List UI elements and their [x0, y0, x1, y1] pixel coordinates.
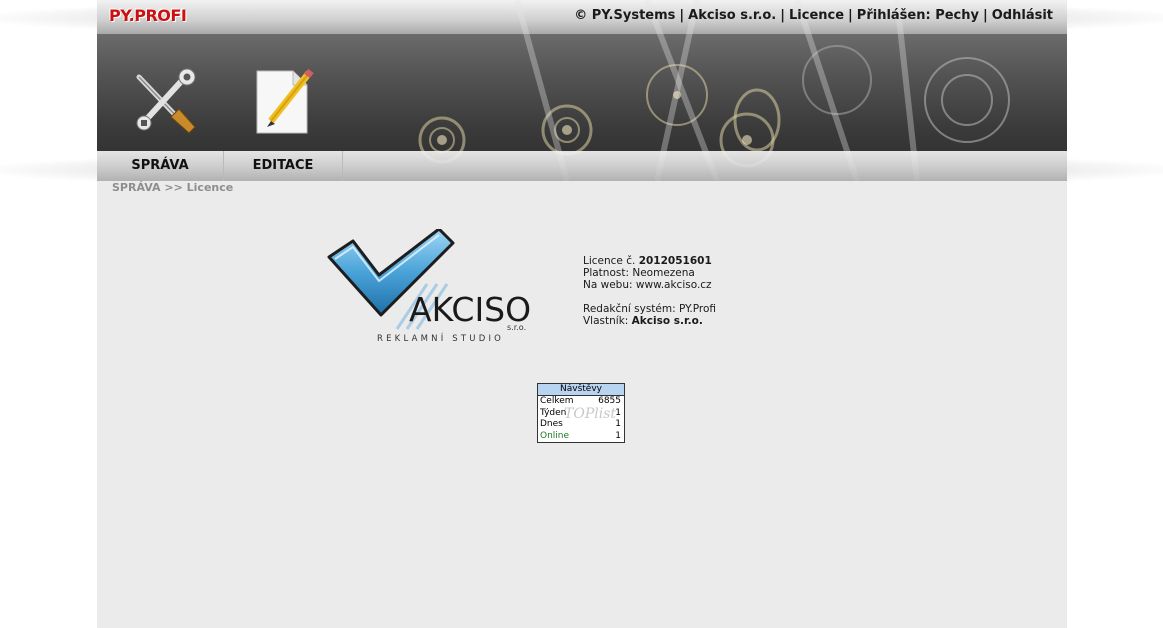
- counter-row: Online 1: [538, 431, 624, 443]
- main-content: SPRÁVA >> Licence AKCISO s.r.o. REKLAMNÍ…: [97, 181, 1067, 628]
- validity-label: Platnost:: [583, 267, 630, 279]
- logged-in-user: Přihlášen: Pechy: [856, 8, 979, 23]
- validity-value: Neomezena: [632, 267, 695, 279]
- owner-row: Vlastník: Akciso s.r.o.: [583, 315, 716, 327]
- separator: |: [679, 8, 685, 23]
- counter-label: Dnes: [540, 419, 563, 429]
- top-links: © PY.Systems | Akciso s.r.o. | Licence | Přihl…: [574, 8, 1053, 23]
- system-row: Redakční systém: PY.Profi: [583, 303, 716, 315]
- nav-item-sprava[interactable]: SPRÁVA: [97, 151, 224, 181]
- edit-document-icon[interactable]: [251, 67, 317, 137]
- separator: |: [848, 8, 853, 23]
- breadcrumb-root[interactable]: SPRÁVA: [112, 181, 161, 194]
- counter-value: 1: [615, 430, 621, 441]
- licence-info: Licence č. 2012051601 Platnost: Neomezen…: [583, 255, 716, 327]
- counter-label-online: Online: [540, 430, 570, 441]
- web-label: Na webu:: [583, 279, 633, 291]
- counter-title: Návštěvy: [538, 384, 624, 396]
- company-link[interactable]: Akciso s.r.o.: [688, 8, 776, 23]
- visit-counter[interactable]: Návštěvy TOPlist Celkem 6855 Týden 1 Dnes 1…: [537, 383, 625, 443]
- owner-label: Vlastník:: [583, 315, 629, 327]
- separator: |: [983, 8, 988, 23]
- validity-row: Platnost: Neomezena: [583, 267, 716, 279]
- counter-label: Celkem: [540, 396, 574, 406]
- counter-label: Týden: [540, 407, 567, 418]
- breadcrumb-separator: >>: [164, 181, 183, 194]
- counter-row: Dnes 1: [538, 419, 624, 431]
- licence-number-row: Licence č. 2012051601: [583, 255, 716, 267]
- counter-value: 6855: [598, 396, 621, 406]
- breadcrumb-current[interactable]: Licence: [187, 181, 234, 194]
- web-value: www.akciso.cz: [635, 279, 712, 291]
- logo-tagline: REKLAMNÍ STUDIO: [377, 332, 504, 344]
- system-value: PY.Profi: [679, 303, 716, 315]
- header: PY.PROFI © PY.Systems | Akciso s.r.o. | Lice…: [97, 0, 1067, 181]
- counter-value: 1: [615, 407, 621, 418]
- tools-icon[interactable]: [131, 67, 197, 137]
- nav-item-editace[interactable]: EDITACE: [224, 151, 343, 181]
- brand-logo[interactable]: PY.PROFI: [109, 6, 187, 25]
- copyright-link[interactable]: © PY.Systems: [574, 8, 675, 23]
- breadcrumb: SPRÁVA >> Licence: [112, 181, 233, 194]
- system-label: Redakční systém:: [583, 303, 676, 315]
- licence-number: 2012051601: [638, 255, 712, 267]
- web-row: Na webu: www.akciso.cz: [583, 279, 716, 291]
- logout-link[interactable]: Odhlásit: [992, 8, 1053, 23]
- counter-value: 1: [615, 419, 621, 429]
- separator: |: [780, 8, 785, 23]
- licence-link[interactable]: Licence: [789, 8, 844, 23]
- akciso-logo: AKCISO s.r.o. REKLAMNÍ STUDIO: [327, 229, 531, 344]
- counter-row: Celkem 6855: [538, 396, 624, 408]
- licence-number-label: Licence č.: [583, 255, 636, 267]
- counter-row: Týden 1: [538, 408, 624, 420]
- owner-value: Akciso s.r.o.: [631, 315, 703, 327]
- logo-suffix: s.r.o.: [507, 323, 526, 332]
